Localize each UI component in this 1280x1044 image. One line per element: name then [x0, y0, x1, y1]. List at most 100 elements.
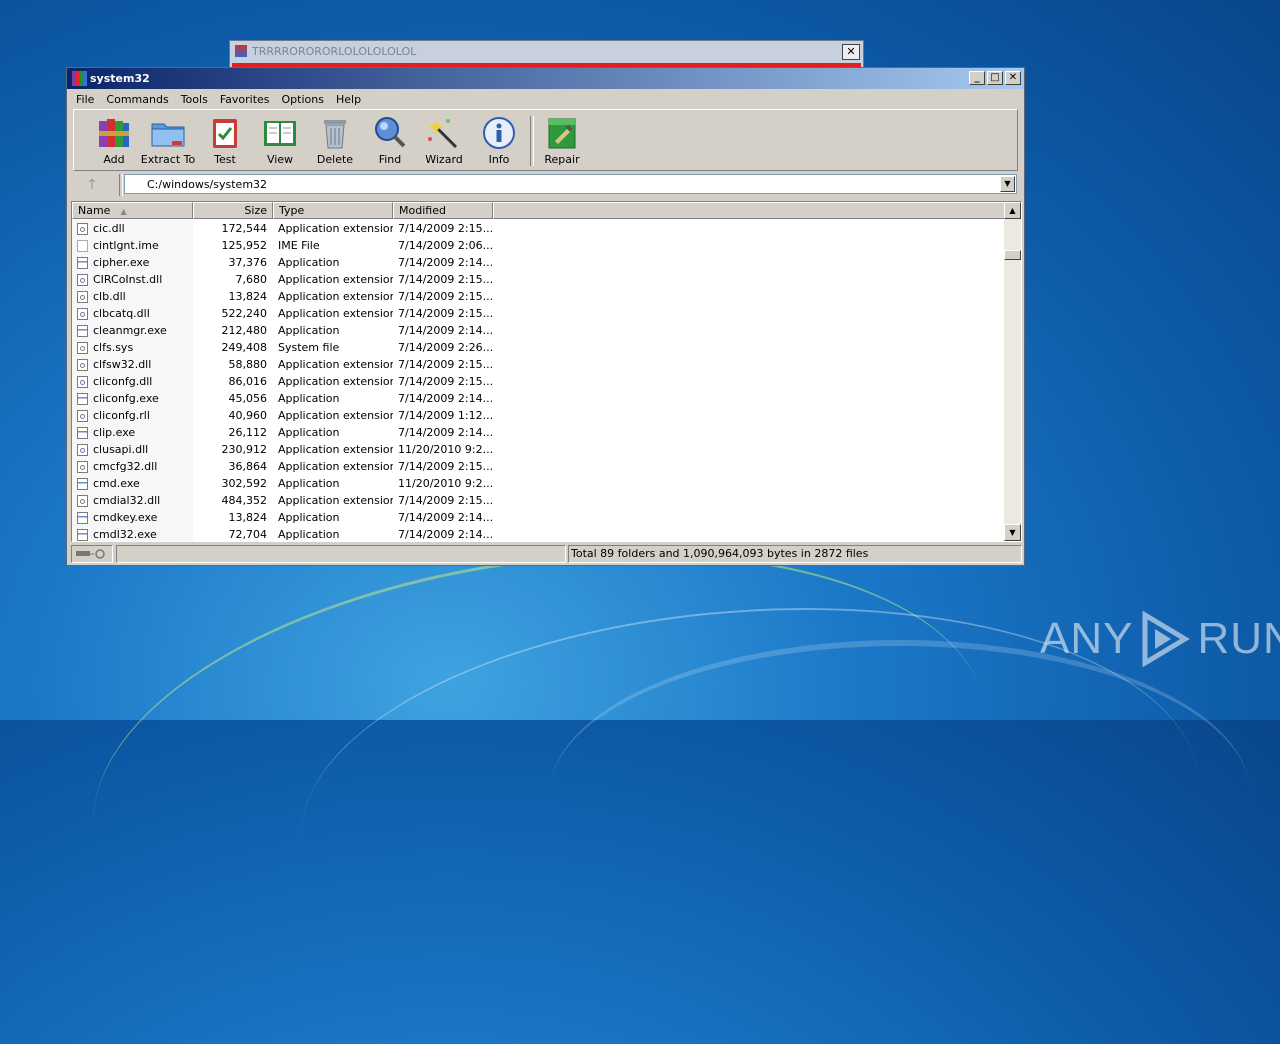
menu-commands[interactable]: Commands	[100, 93, 174, 106]
dll-file-icon	[77, 358, 88, 371]
file-list[interactable]: Name ▲ Size Type Modified cic.dll 172,544 A…	[71, 201, 1022, 542]
file-name-cell: cliconfg.rll	[72, 407, 193, 424]
file-type: Application extension	[278, 273, 393, 286]
file-type: Application extension	[278, 307, 393, 320]
address-combobox[interactable]: C:/windows/system32 ▼	[124, 174, 1017, 194]
file-size: 72,704	[228, 528, 268, 541]
file-modified: 7/14/2009 2:15...	[398, 494, 493, 507]
file-name-cell: cmdl32.exe	[72, 526, 193, 541]
extract-to-button[interactable]: Extract To	[140, 115, 196, 166]
book-icon	[262, 115, 298, 151]
title-bar[interactable]: system32 _ □ ✕	[67, 68, 1024, 89]
menu-file[interactable]: File	[70, 93, 100, 106]
exe-file-icon	[77, 511, 88, 524]
file-modified: 7/14/2009 2:15...	[398, 307, 493, 320]
exe-file-icon	[77, 256, 88, 269]
test-button[interactable]: Test	[197, 115, 253, 166]
close-button[interactable]: ✕	[1005, 71, 1021, 85]
table-row[interactable]: clfs.sys 249,408 System file 7/14/2009 2:26…	[72, 339, 1005, 356]
file-name-cell: clbcatq.dll	[72, 305, 193, 322]
file-name: cmdkey.exe	[93, 511, 158, 524]
menu-bar: File Commands Tools Favorites Options He…	[67, 89, 1024, 109]
file-name-cell: cleanmgr.exe	[72, 322, 193, 339]
maximize-button[interactable]: □	[987, 71, 1003, 85]
file-size: 26,112	[228, 426, 268, 439]
column-header-type[interactable]: Type	[273, 202, 393, 219]
table-row[interactable]: cliconfg.exe 45,056 Application 7/14/2009 2…	[72, 390, 1005, 407]
file-modified: 7/14/2009 2:26...	[398, 341, 493, 354]
add-button[interactable]: Add	[86, 115, 142, 166]
status-drive-indicator[interactable]	[71, 545, 113, 563]
repair-button[interactable]: Repair	[534, 115, 590, 166]
column-name-label: Name	[78, 204, 111, 217]
find-label: Find	[378, 153, 402, 166]
file-name-cell: cmcfg32.dll	[72, 458, 193, 475]
table-row[interactable]: cic.dll 172,544 Application extension 7/14/…	[72, 220, 1005, 237]
file-size: 13,824	[228, 511, 268, 524]
table-row[interactable]: cliconfg.dll 86,016 Application extension 7…	[72, 373, 1005, 390]
file-type: Application	[278, 324, 340, 337]
table-row[interactable]: clfsw32.dll 58,880 Application extension 7/…	[72, 356, 1005, 373]
table-row[interactable]: cliconfg.rll 40,960 Application extension 7…	[72, 407, 1005, 424]
file-name: cmdial32.dll	[93, 494, 161, 507]
file-name: clfsw32.dll	[93, 358, 152, 371]
scroll-down-button[interactable]: ▼	[1004, 524, 1021, 541]
menu-options[interactable]: Options	[276, 93, 330, 106]
table-row[interactable]: clb.dll 13,824 Application extension 7/14/2…	[72, 288, 1005, 305]
dialog-close-button[interactable]: ✕	[842, 44, 860, 60]
scroll-up-button[interactable]: ▲	[1004, 202, 1021, 219]
wizard-button[interactable]: Wizard	[416, 115, 472, 166]
file-size: 37,376	[228, 256, 268, 269]
dll-file-icon	[77, 290, 88, 303]
info-button[interactable]: Info	[471, 115, 527, 166]
file-name-cell: cliconfg.exe	[72, 390, 193, 407]
table-row[interactable]: CIRCoInst.dll 7,680 Application extension 7…	[72, 271, 1005, 288]
watermark-left: ANY	[1040, 614, 1134, 663]
file-name: cic.dll	[93, 222, 125, 235]
table-row[interactable]: cmdial32.dll 484,352 Application extension…	[72, 492, 1005, 509]
file-type: IME File	[278, 239, 320, 252]
ime-file-icon	[77, 239, 88, 252]
background-dialog[interactable]: TRRRRORORORLOLOLOLOLOL ✕	[229, 40, 864, 68]
column-header-modified[interactable]: Modified	[393, 202, 493, 219]
table-row[interactable]: clip.exe 26,112 Application 7/14/2009 2:14.…	[72, 424, 1005, 441]
file-modified: 7/14/2009 2:14...	[398, 256, 493, 269]
menu-tools[interactable]: Tools	[175, 93, 214, 106]
column-header-size[interactable]: Size	[193, 202, 273, 219]
table-row[interactable]: cmdl32.exe 72,704 Application 7/14/2009 2:1…	[72, 526, 1005, 541]
toolbar: Add Extract To Test View Delete Find Wiz…	[73, 109, 1018, 171]
delete-button[interactable]: Delete	[307, 115, 363, 166]
menu-favorites[interactable]: Favorites	[214, 93, 276, 106]
exe-file-icon	[77, 477, 88, 490]
sort-ascending-icon: ▲	[120, 207, 127, 216]
file-type: Application	[278, 256, 340, 269]
chevron-down-icon[interactable]: ▼	[1000, 176, 1015, 192]
table-row[interactable]: cmcfg32.dll 36,864 Application extension 7/…	[72, 458, 1005, 475]
up-one-level-button[interactable]: ↑	[81, 177, 103, 193]
file-modified: 7/14/2009 2:14...	[398, 528, 493, 541]
dll-file-icon	[77, 443, 88, 456]
menu-help[interactable]: Help	[330, 93, 367, 106]
find-button[interactable]: Find	[362, 115, 418, 166]
test-label: Test	[214, 153, 236, 166]
table-row[interactable]: clbcatq.dll 522,240 Application extension 7…	[72, 305, 1005, 322]
file-size: 125,952	[221, 239, 268, 252]
table-row[interactable]: cintlgnt.ime 125,952 IME File 7/14/2009 2:0…	[72, 237, 1005, 254]
table-row[interactable]: clusapi.dll 230,912 Application extension 1…	[72, 441, 1005, 458]
view-button[interactable]: View	[252, 115, 308, 166]
table-row[interactable]: cmdkey.exe 13,824 Application 7/14/2009 2:1…	[72, 509, 1005, 526]
file-name: cmcfg32.dll	[93, 460, 158, 473]
file-modified: 7/14/2009 2:15...	[398, 358, 493, 371]
table-row[interactable]: cmd.exe 302,592 Application 11/20/2010 9:2.…	[72, 475, 1005, 492]
minimize-button[interactable]: _	[969, 71, 985, 85]
table-row[interactable]: cipher.exe 37,376 Application 7/14/2009 2:1…	[72, 254, 1005, 271]
file-modified: 7/14/2009 2:06...	[398, 239, 493, 252]
file-size: 13,824	[228, 290, 268, 303]
file-name-cell: clfs.sys	[72, 339, 193, 356]
vertical-scrollbar[interactable]: ▲ ▼	[1004, 202, 1021, 541]
sys-file-icon	[77, 341, 88, 354]
column-header-name[interactable]: Name ▲	[72, 202, 193, 219]
scroll-thumb[interactable]	[1004, 250, 1021, 260]
window-title: system32	[90, 72, 150, 85]
table-row[interactable]: cleanmgr.exe 212,480 Application 7/14/2009 …	[72, 322, 1005, 339]
